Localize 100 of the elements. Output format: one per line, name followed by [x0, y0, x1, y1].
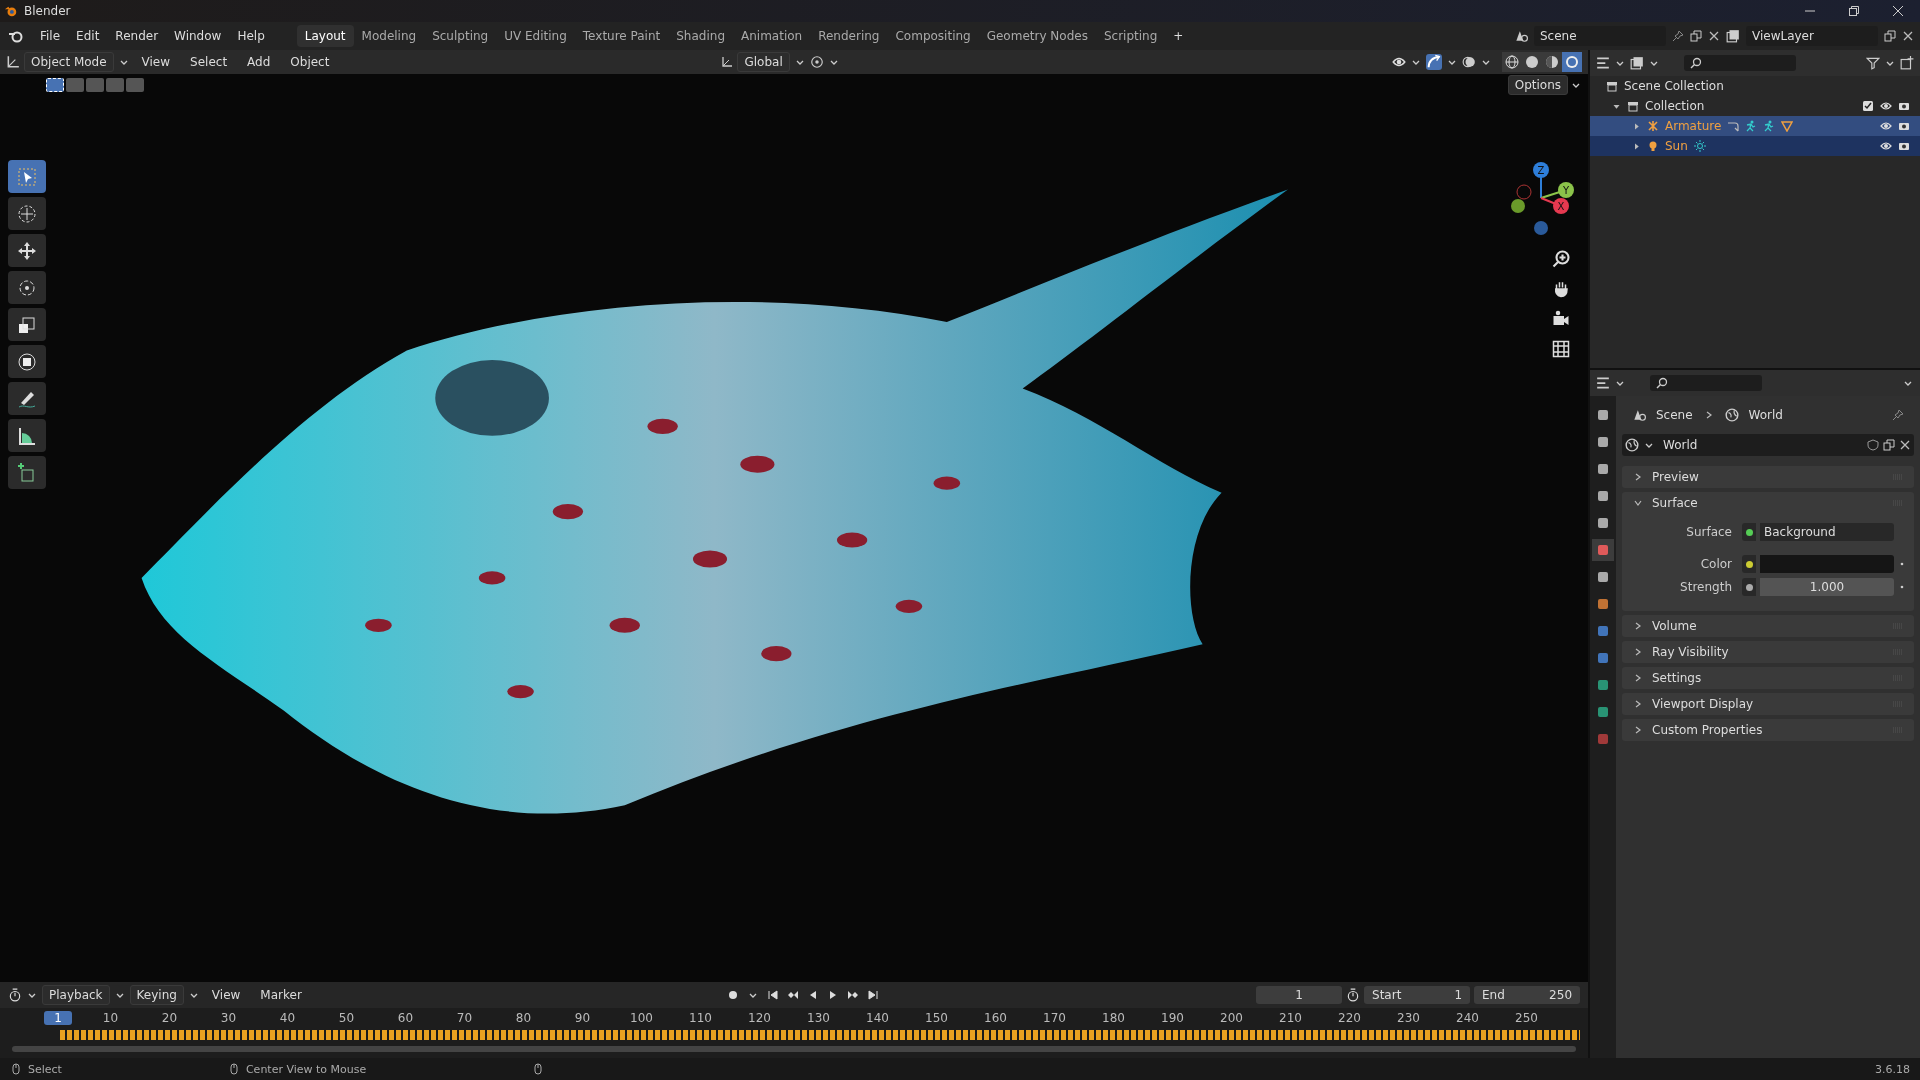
select-mode-button[interactable]: [46, 78, 64, 92]
camera-icon[interactable]: [1552, 310, 1570, 328]
close-icon[interactable]: [1708, 30, 1720, 42]
panel-header[interactable]: Preview: [1652, 470, 1699, 484]
workspace-tab[interactable]: Sculpting: [424, 25, 497, 47]
menu-item[interactable]: Add: [239, 52, 279, 72]
menu-item[interactable]: View: [203, 985, 249, 1005]
record-button[interactable]: [726, 989, 739, 1001]
camera-icon[interactable]: [1898, 140, 1910, 152]
orientation-dropdown[interactable]: Global: [737, 52, 790, 72]
mode-dropdown[interactable]: Object Mode: [24, 52, 114, 72]
tool-button[interactable]: [8, 382, 46, 415]
editor-type-icon[interactable]: [1596, 56, 1610, 70]
axes-icon[interactable]: [721, 56, 734, 68]
color-swatch[interactable]: [1760, 555, 1894, 573]
workspace-tab[interactable]: UV Editing: [496, 25, 575, 47]
tool-button[interactable]: [8, 308, 46, 341]
close-icon[interactable]: [1899, 439, 1911, 451]
new-collection-icon[interactable]: [1900, 56, 1914, 70]
workspace-tab[interactable]: Shading: [668, 25, 733, 47]
outliner-row[interactable]: Sun: [1590, 136, 1920, 156]
socket-icon[interactable]: [1742, 523, 1756, 541]
menu-item[interactable]: Select: [182, 52, 236, 72]
add-workspace-button[interactable]: +: [1165, 26, 1192, 46]
pivot-icon[interactable]: [809, 55, 824, 69]
menu-item[interactable]: Edit: [68, 26, 108, 46]
constraint-icon[interactable]: [1727, 120, 1740, 132]
playhead[interactable]: 1: [44, 1011, 72, 1025]
shading-button[interactable]: [1502, 52, 1522, 72]
editor-type-icon[interactable]: [8, 988, 22, 1002]
eye-icon[interactable]: [1880, 100, 1892, 112]
pin-icon[interactable]: [1672, 30, 1684, 42]
property-field[interactable]: Background: [1760, 523, 1894, 541]
menu-item[interactable]: File: [32, 26, 69, 46]
disclosure-triangle-icon[interactable]: [1632, 121, 1641, 131]
globe-icon[interactable]: [1625, 438, 1639, 452]
socket-icon[interactable]: [1742, 578, 1756, 596]
workspace-tab[interactable]: Rendering: [810, 25, 888, 47]
eye-icon[interactable]: [1880, 120, 1892, 132]
viewport[interactable]: Object Mode View Select Add Object Global Options Z Y X: [0, 50, 1588, 982]
menu-item[interactable]: Window: [166, 26, 230, 46]
workspace-tab[interactable]: Compositing: [887, 25, 979, 47]
disclosure-triangle-icon[interactable]: [1632, 141, 1641, 151]
workspace-tab[interactable]: Scripting: [1095, 25, 1166, 47]
panel-header[interactable]: Volume: [1652, 619, 1697, 633]
gizmo-toggle-icon[interactable]: [1426, 54, 1442, 70]
start-frame-field[interactable]: 1: [1454, 988, 1462, 1002]
tool-button[interactable]: [8, 345, 46, 378]
camera-icon[interactable]: [1898, 100, 1910, 112]
properties-tab[interactable]: [1592, 539, 1614, 561]
outliner-item[interactable]: Collection: [1645, 99, 1705, 113]
view-layer-selector[interactable]: ViewLayer: [1746, 26, 1878, 46]
keyframe-dot-icon[interactable]: [1898, 560, 1906, 568]
copy-icon[interactable]: [1690, 30, 1702, 42]
checkbox-icon[interactable]: [1862, 100, 1874, 112]
triangle-icon[interactable]: [1781, 120, 1794, 132]
panel-header[interactable]: Surface: [1652, 496, 1698, 510]
visibility-icon[interactable]: [1392, 55, 1406, 69]
current-frame-field[interactable]: 1: [1256, 986, 1342, 1004]
search-field[interactable]: [1684, 55, 1796, 71]
menu-item[interactable]: Playback: [42, 985, 110, 1005]
workspace-tab[interactable]: Animation: [733, 25, 811, 47]
workspace-tab[interactable]: Geometry Nodes: [978, 25, 1096, 47]
shading-button[interactable]: [1542, 52, 1562, 72]
scene-selector[interactable]: Scene: [1534, 26, 1666, 46]
scene-icon[interactable]: [1514, 29, 1528, 43]
eye-icon[interactable]: [1880, 140, 1892, 152]
keyframe-dot-icon[interactable]: [1898, 583, 1906, 591]
prev-keyframe-button[interactable]: [786, 989, 799, 1001]
menu-item[interactable]: Help: [229, 26, 273, 46]
menu-item[interactable]: Object: [282, 52, 338, 72]
copy-icon[interactable]: [1884, 30, 1896, 42]
hand-icon[interactable]: [1552, 280, 1570, 298]
menu-item[interactable]: Render: [107, 26, 167, 46]
property-field[interactable]: 1.000: [1760, 578, 1894, 596]
tool-button[interactable]: [8, 234, 46, 267]
outliner-row[interactable]: Armature: [1590, 116, 1920, 136]
menu-item[interactable]: Keying: [129, 985, 184, 1005]
camera-icon[interactable]: [1898, 120, 1910, 132]
pose-icon[interactable]: [1763, 120, 1776, 132]
jump-end-button[interactable]: [866, 989, 879, 1001]
socket-icon[interactable]: [1742, 555, 1756, 573]
pin-icon[interactable]: [1892, 409, 1904, 421]
editor-type-icon[interactable]: [1596, 376, 1610, 390]
scrollbar[interactable]: [12, 1046, 1576, 1052]
search-field[interactable]: [1650, 375, 1762, 391]
close-icon[interactable]: [1902, 30, 1914, 42]
panel-header[interactable]: Ray Visibility: [1652, 645, 1729, 659]
zoom-icon[interactable]: [1552, 250, 1570, 268]
grid-icon[interactable]: [1552, 340, 1570, 358]
tool-button[interactable]: [8, 419, 46, 452]
next-keyframe-button[interactable]: [846, 989, 859, 1001]
panel-header[interactable]: Settings: [1652, 671, 1702, 685]
menu-item[interactable]: View: [133, 52, 179, 72]
image-stack-icon[interactable]: [1726, 29, 1740, 43]
shading-button[interactable]: [1562, 52, 1582, 72]
filter-icon[interactable]: [1866, 56, 1880, 70]
end-frame-field[interactable]: 250: [1549, 988, 1572, 1002]
workspace-tab[interactable]: Texture Paint: [574, 25, 669, 47]
editor-type-icon[interactable]: [6, 55, 20, 69]
